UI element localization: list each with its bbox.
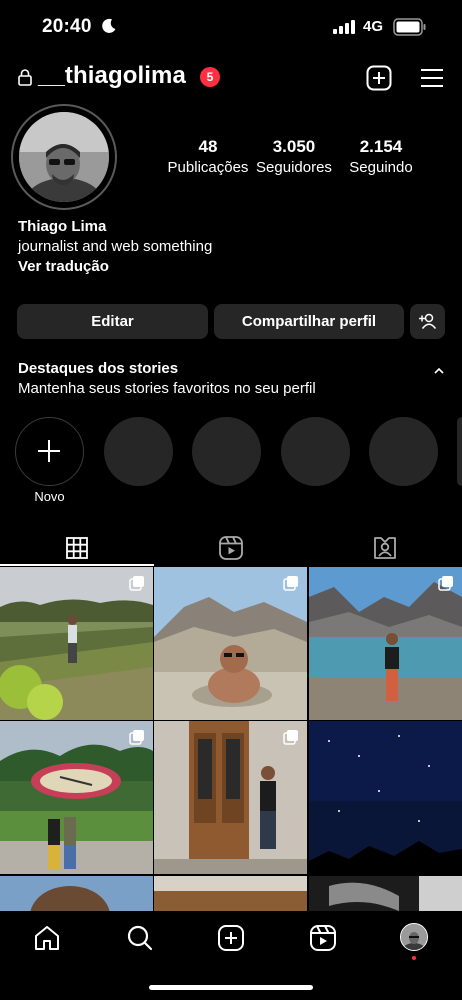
home-indicator <box>149 985 313 990</box>
new-post-icon[interactable] <box>366 65 392 91</box>
tagged-icon <box>374 537 396 559</box>
stat-following[interactable]: 2.154 Seguindo <box>331 137 431 176</box>
post-thumbnail[interactable] <box>309 876 462 911</box>
highlights-title: Destaques dos stories <box>18 360 179 377</box>
translate-link[interactable]: Ver tradução <box>18 258 212 275</box>
profile-bio: journalist and web something <box>18 238 213 255</box>
carousel-icon <box>283 576 298 591</box>
reels-icon <box>219 536 243 560</box>
profile-header: __thiagolima 5 <box>0 58 462 98</box>
bottom-nav <box>0 911 462 1000</box>
notification-badge[interactable]: 5 <box>200 67 220 87</box>
tab-reels[interactable] <box>154 528 308 568</box>
stat-followers-value: 3.050 <box>272 137 316 156</box>
highlight-placeholder <box>104 417 173 486</box>
create-icon[interactable] <box>216 923 246 953</box>
carousel-icon <box>129 730 144 745</box>
post-thumbnail-vineyard[interactable] <box>0 567 153 720</box>
stat-followers[interactable]: 3.050 Seguidores <box>244 137 344 176</box>
profile-avatar[interactable] <box>19 112 109 202</box>
carousel-icon <box>283 730 298 745</box>
edit-profile-button[interactable]: Editar <box>17 304 208 339</box>
tab-grid[interactable] <box>0 528 154 568</box>
home-icon[interactable] <box>32 923 62 953</box>
stat-posts-label: Publicações <box>167 159 249 176</box>
reels-icon[interactable] <box>308 923 338 953</box>
moon-icon <box>102 18 116 33</box>
profile-activity-dot <box>412 956 416 960</box>
new-highlight-button[interactable] <box>15 417 84 486</box>
stat-posts[interactable]: 48 Publicações <box>158 137 258 176</box>
tab-tagged[interactable] <box>308 528 462 568</box>
post-thumbnail-flower-clock[interactable] <box>0 721 153 874</box>
battery-icon <box>393 18 426 36</box>
menu-icon[interactable] <box>420 67 444 89</box>
post-thumbnail-lake[interactable] <box>309 567 462 720</box>
active-tab-indicator <box>0 564 154 566</box>
profile-avatar-tab[interactable] <box>400 923 428 951</box>
network-type: 4G <box>363 18 384 35</box>
highlight-placeholder <box>369 417 438 486</box>
username-switcher[interactable]: __thiagolima <box>38 62 186 90</box>
highlight-placeholder <box>192 417 261 486</box>
post-thumbnail-door[interactable] <box>154 721 307 874</box>
add-person-icon <box>419 313 437 329</box>
discover-people-button[interactable] <box>410 304 445 339</box>
post-image <box>309 876 462 911</box>
status-bar: 20:40 4G <box>0 0 462 54</box>
post-image <box>0 876 153 911</box>
signal-icon <box>333 20 355 34</box>
highlights-subtitle: Mantenha seus stories favoritos no seu p… <box>18 380 316 397</box>
stat-following-value: 2.154 <box>359 137 403 156</box>
posts-grid <box>0 567 462 911</box>
avatar-photo <box>401 924 427 950</box>
profile-name: Thiago Lima <box>18 218 107 235</box>
avatar-photo <box>19 112 109 202</box>
post-thumbnail[interactable] <box>154 876 307 911</box>
grid-icon <box>66 537 88 559</box>
search-icon[interactable] <box>125 923 155 953</box>
status-time: 20:40 <box>42 16 92 37</box>
post-thumbnail-mountain-bath[interactable] <box>154 567 307 720</box>
bio-section: Thiago Lima journalist and web something… <box>18 218 212 275</box>
avatar-ring[interactable] <box>11 104 117 210</box>
post-thumbnail[interactable] <box>0 876 153 911</box>
carousel-icon <box>438 576 453 591</box>
post-image <box>309 721 462 874</box>
plus-icon <box>38 440 60 462</box>
share-profile-button[interactable]: Compartilhar perfil <box>214 304 404 339</box>
carousel-icon <box>129 576 144 591</box>
post-thumbnail-night-sky[interactable] <box>309 721 462 874</box>
highlight-placeholder <box>457 417 462 486</box>
stat-posts-value: 48 <box>198 137 218 156</box>
new-highlight-label: Novo <box>34 489 65 504</box>
highlight-placeholder <box>281 417 350 486</box>
chevron-up-icon[interactable] <box>432 366 446 376</box>
stat-following-label: Seguindo <box>349 159 413 176</box>
lock-icon <box>18 69 32 86</box>
post-image <box>154 876 307 911</box>
profile-tabs <box>0 528 462 568</box>
stat-followers-label: Seguidores <box>256 159 332 176</box>
